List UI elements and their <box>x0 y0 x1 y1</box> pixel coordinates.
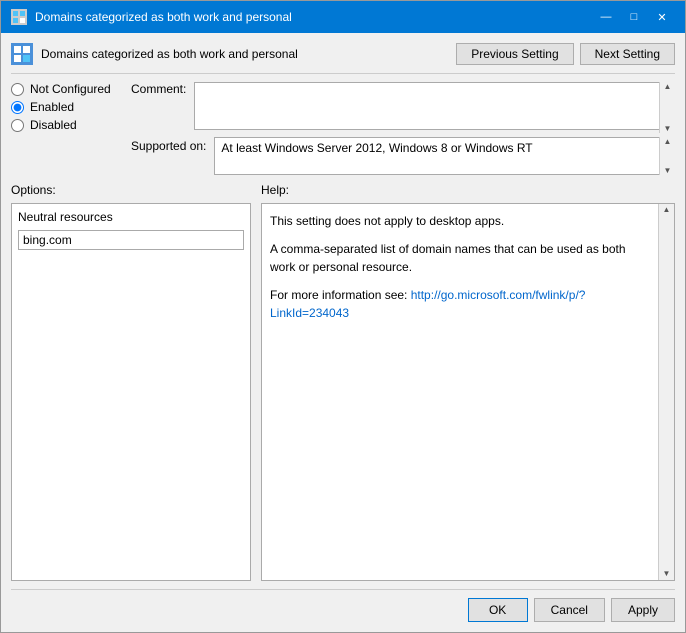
dialog-footer: OK Cancel Apply <box>11 589 675 622</box>
supported-value: At least Windows Server 2012, Windows 8 … <box>221 141 532 155</box>
options-box: Neutral resources <box>11 203 251 581</box>
close-button[interactable]: ✕ <box>649 7 675 27</box>
supported-scrollbar: ▲ ▼ <box>659 137 675 175</box>
dialog-content: Domains categorized as both work and per… <box>1 33 685 632</box>
top-section: Not Configured Enabled Disabled Comment: <box>11 82 675 175</box>
title-bar-left: Domains categorized as both work and per… <box>11 9 292 25</box>
supported-label: Supported on: <box>131 137 206 153</box>
help-scroll-up: ▲ <box>663 204 671 216</box>
supported-value-box: At least Windows Server 2012, Windows 8 … <box>214 137 675 175</box>
help-line1: This setting does not apply to desktop a… <box>270 212 650 230</box>
enabled-option[interactable]: Enabled <box>11 100 121 114</box>
disabled-radio[interactable] <box>11 119 24 132</box>
options-title: Options: <box>11 183 251 197</box>
header-left: Domains categorized as both work and per… <box>11 43 298 65</box>
comment-supported-section: Comment: ▲ ▼ Supported on: At least Wind… <box>131 82 675 175</box>
cancel-button[interactable]: Cancel <box>534 598 605 622</box>
title-bar-text: Domains categorized as both work and per… <box>35 10 292 24</box>
radio-section: Not Configured Enabled Disabled <box>11 82 121 175</box>
enabled-radio[interactable] <box>11 101 24 114</box>
help-line3-text: For more information see: <box>270 288 411 302</box>
maximize-button[interactable]: □ <box>621 7 647 27</box>
help-scroll-down: ▼ <box>663 568 671 580</box>
options-pane: Options: Neutral resources <box>11 183 251 581</box>
comment-label: Comment: <box>131 82 186 96</box>
scroll-down-arrow: ▼ <box>664 124 672 133</box>
options-help-section: Options: Neutral resources Help: This se… <box>11 183 675 581</box>
help-pane: Help: This setting does not apply to des… <box>261 183 675 581</box>
title-bar: Domains categorized as both work and per… <box>1 1 685 33</box>
scroll-up-arrow: ▲ <box>664 82 672 91</box>
title-bar-controls: — □ ✕ <box>593 7 675 27</box>
not-configured-radio[interactable] <box>11 83 24 96</box>
next-setting-button[interactable]: Next Setting <box>580 43 675 65</box>
supported-scroll-up: ▲ <box>664 137 672 146</box>
help-scrollbar: ▲ ▼ <box>658 204 674 580</box>
neutral-resources-label: Neutral resources <box>18 210 244 224</box>
comment-scrollbar: ▲ ▼ <box>659 82 675 133</box>
ok-button[interactable]: OK <box>468 598 528 622</box>
window-icon <box>11 9 27 25</box>
help-line3: For more information see: http://go.micr… <box>270 286 650 322</box>
dialog-header: Domains categorized as both work and per… <box>11 43 675 74</box>
disabled-option[interactable]: Disabled <box>11 118 121 132</box>
supported-scroll-down: ▼ <box>664 166 672 175</box>
comment-textarea[interactable] <box>194 82 675 130</box>
header-title: Domains categorized as both work and per… <box>41 47 298 61</box>
supported-row: Supported on: At least Windows Server 20… <box>131 137 675 175</box>
neutral-resources-input[interactable] <box>18 230 244 250</box>
header-buttons: Previous Setting Next Setting <box>456 43 675 65</box>
apply-button[interactable]: Apply <box>611 598 675 622</box>
minimize-button[interactable]: — <box>593 7 619 27</box>
not-configured-option[interactable]: Not Configured <box>11 82 121 96</box>
policy-icon <box>11 43 33 65</box>
help-box: This setting does not apply to desktop a… <box>261 203 675 581</box>
help-line2: A comma-separated list of domain names t… <box>270 240 650 276</box>
help-title: Help: <box>261 183 675 197</box>
main-window: Domains categorized as both work and per… <box>0 0 686 633</box>
prev-setting-button[interactable]: Previous Setting <box>456 43 573 65</box>
